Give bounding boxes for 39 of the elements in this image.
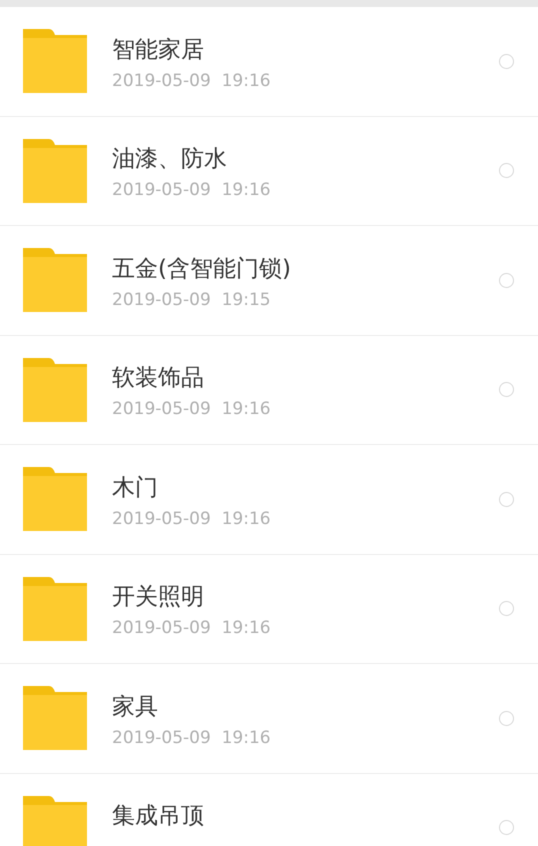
- select-radio[interactable]: [499, 492, 514, 507]
- select-radio[interactable]: [499, 163, 514, 178]
- folder-row[interactable]: 五金(含智能门锁) 2019-05-09 19:15: [0, 226, 538, 336]
- folder-row[interactable]: 木门 2019-05-09 19:16: [0, 445, 538, 554]
- folder-name: 开关照明: [112, 583, 204, 612]
- folder-date: 2019-05-09 19:15: [112, 290, 271, 310]
- folder-date: 2019-05-09 19:16: [112, 728, 271, 748]
- folder-row[interactable]: 家具 2019-05-09 19:16: [0, 664, 538, 774]
- folder-name: 五金(含智能门锁): [112, 254, 291, 284]
- folder-name: 集成吊顶: [112, 802, 204, 832]
- select-radio[interactable]: [499, 382, 514, 398]
- select-radio[interactable]: [499, 710, 514, 726]
- folder-icon: [23, 467, 87, 532]
- folder-date: 2019-05-09 19:16: [112, 70, 271, 91]
- folder-row[interactable]: 智能家居 2019-05-09 19:16: [0, 7, 538, 116]
- folder-date: 2019-05-09 19:16: [112, 180, 271, 200]
- folder-row[interactable]: 集成吊顶: [0, 774, 538, 846]
- folder-row[interactable]: 软装饰品 2019-05-09 19:16: [0, 336, 538, 445]
- folder-icon: [23, 248, 87, 312]
- folder-icon: [23, 358, 87, 422]
- select-radio[interactable]: [499, 820, 514, 836]
- folder-name: 油漆、防水: [112, 145, 227, 174]
- folder-icon: [23, 686, 87, 750]
- folder-icon: [23, 796, 87, 846]
- folder-icon: [23, 138, 87, 203]
- folder-date: 2019-05-09 19:16: [112, 508, 271, 529]
- select-radio[interactable]: [499, 601, 514, 616]
- folder-date: 2019-05-09 19:16: [112, 618, 271, 638]
- folder-row[interactable]: 油漆、防水 2019-05-09 19:16: [0, 116, 538, 226]
- folder-row[interactable]: 开关照明 2019-05-09 19:16: [0, 554, 538, 664]
- folder-icon: [23, 576, 87, 641]
- folder-name: 木门: [112, 474, 158, 503]
- folder-name: 软装饰品: [112, 364, 204, 394]
- folder-icon: [23, 29, 87, 94]
- folder-date: 2019-05-09 19:16: [112, 399, 271, 420]
- select-radio[interactable]: [499, 272, 514, 288]
- folder-name: 家具: [112, 692, 158, 722]
- folder-name: 智能家居: [112, 36, 204, 65]
- select-radio[interactable]: [499, 54, 514, 69]
